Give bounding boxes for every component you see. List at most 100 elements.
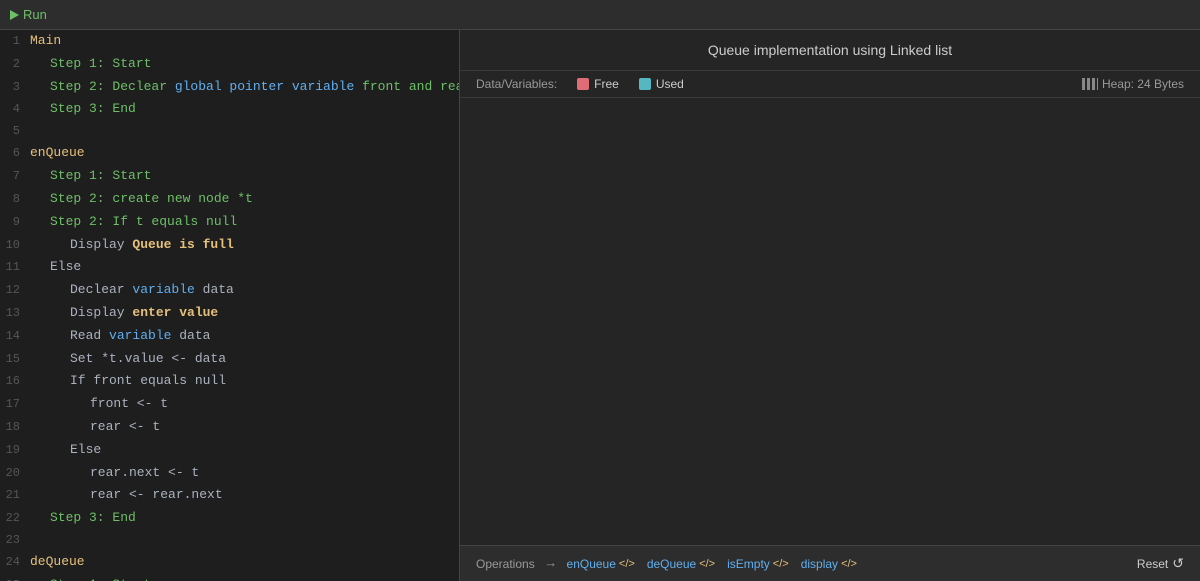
line-content: front <- t bbox=[30, 394, 459, 415]
line-content: Else bbox=[30, 257, 459, 278]
line-content: Step 1: Start bbox=[30, 575, 459, 581]
operations-arrow: → bbox=[547, 556, 555, 571]
code-line: 6enQueue bbox=[0, 142, 459, 165]
line-content: Read variable data bbox=[30, 326, 459, 347]
code-icon: </> bbox=[699, 558, 715, 570]
line-content: Display enter value bbox=[30, 303, 459, 324]
line-number: 8 bbox=[0, 190, 30, 209]
line-content: Step 1: Start bbox=[30, 54, 459, 75]
free-dot bbox=[577, 78, 589, 90]
line-number: 23 bbox=[0, 531, 30, 550]
reset-button[interactable]: Reset ↺ bbox=[1137, 555, 1184, 572]
code-line: 23 bbox=[0, 530, 459, 551]
code-line: 8Step 2: create new node *t bbox=[0, 188, 459, 211]
viz-panel: Queue implementation using Linked list D… bbox=[460, 30, 1200, 581]
line-content: deQueue bbox=[30, 552, 459, 573]
code-line: 5 bbox=[0, 121, 459, 142]
play-icon bbox=[10, 10, 19, 20]
code-line: 10Display Queue is full bbox=[0, 234, 459, 257]
viz-canvas bbox=[460, 98, 1200, 545]
code-panel: 1Main2Step 1: Start3Step 2: Declear glob… bbox=[0, 30, 460, 581]
reset-label: Reset bbox=[1137, 557, 1168, 571]
main-layout: 1Main2Step 1: Start3Step 2: Declear glob… bbox=[0, 30, 1200, 581]
line-content: Display Queue is full bbox=[30, 235, 459, 256]
code-line: 13Display enter value bbox=[0, 302, 459, 325]
refresh-icon: ↺ bbox=[1172, 555, 1184, 572]
line-content: Step 3: End bbox=[30, 508, 459, 529]
code-line: 16If front equals null bbox=[0, 370, 459, 393]
line-number: 3 bbox=[0, 78, 30, 97]
code-line: 9Step 2: If t equals null bbox=[0, 211, 459, 234]
line-number: 16 bbox=[0, 372, 30, 391]
code-line: 15Set *t.value <- data bbox=[0, 348, 459, 371]
code-line: 24deQueue bbox=[0, 551, 459, 574]
line-content: rear <- t bbox=[30, 417, 459, 438]
line-number: 10 bbox=[0, 236, 30, 255]
op-dequeue-button[interactable]: deQueue</> bbox=[647, 557, 715, 571]
line-content: Step 2: create new node *t bbox=[30, 189, 459, 210]
code-line: 19Else bbox=[0, 439, 459, 462]
code-icon: </> bbox=[619, 558, 635, 570]
code-line: 21rear <- rear.next bbox=[0, 484, 459, 507]
line-number: 24 bbox=[0, 553, 30, 572]
line-number: 14 bbox=[0, 327, 30, 346]
line-number: 22 bbox=[0, 509, 30, 528]
line-number: 7 bbox=[0, 167, 30, 186]
line-number: 11 bbox=[0, 258, 30, 277]
line-number: 15 bbox=[0, 350, 30, 369]
line-number: 4 bbox=[0, 100, 30, 119]
line-number: 20 bbox=[0, 464, 30, 483]
data-vars-label: Data/Variables: bbox=[476, 77, 557, 91]
viz-controls: Data/Variables: Free Used Heap: 24 Bytes bbox=[460, 71, 1200, 98]
line-content: rear.next <- t bbox=[30, 463, 459, 484]
viz-header: Queue implementation using Linked list bbox=[460, 30, 1200, 71]
line-content: rear <- rear.next bbox=[30, 485, 459, 506]
used-dot bbox=[639, 78, 651, 90]
used-legend: Used bbox=[639, 77, 684, 91]
line-number: 1 bbox=[0, 32, 30, 51]
line-content: Step 3: End bbox=[30, 99, 459, 120]
line-content: Else bbox=[30, 440, 459, 461]
line-content: Step 2: Declear global pointer variable … bbox=[30, 77, 460, 98]
line-content: enQueue bbox=[30, 143, 459, 164]
run-label: Run bbox=[23, 7, 47, 22]
code-line: 20rear.next <- t bbox=[0, 462, 459, 485]
line-content: If front equals null bbox=[30, 371, 459, 392]
heap-label: Heap: 24 Bytes bbox=[1082, 77, 1184, 91]
run-button[interactable]: Run bbox=[10, 7, 47, 22]
line-content: Declear variable data bbox=[30, 280, 459, 301]
used-label: Used bbox=[656, 77, 684, 91]
line-content: Step 2: If t equals null bbox=[30, 212, 459, 233]
code-line: 7Step 1: Start bbox=[0, 165, 459, 188]
line-number: 25 bbox=[0, 576, 30, 581]
line-number: 9 bbox=[0, 213, 30, 232]
line-content: Step 1: Start bbox=[30, 166, 459, 187]
code-line: 11Else bbox=[0, 256, 459, 279]
line-number: 5 bbox=[0, 122, 30, 141]
code-line: 18rear <- t bbox=[0, 416, 459, 439]
viz-footer: Operations → enQueue</>deQueue</>isEmpty… bbox=[460, 545, 1200, 581]
code-icon: </> bbox=[773, 558, 789, 570]
free-label: Free bbox=[594, 77, 619, 91]
code-line: 4Step 3: End bbox=[0, 98, 459, 121]
line-number: 2 bbox=[0, 55, 30, 74]
toolbar: Run bbox=[0, 0, 1200, 30]
op-isempty-button[interactable]: isEmpty</> bbox=[727, 557, 789, 571]
code-line: 25Step 1: Start bbox=[0, 574, 459, 581]
free-legend: Free bbox=[577, 77, 619, 91]
op-enqueue-button[interactable]: enQueue</> bbox=[567, 557, 635, 571]
line-number: 21 bbox=[0, 486, 30, 505]
line-number: 18 bbox=[0, 418, 30, 437]
line-number: 17 bbox=[0, 395, 30, 414]
line-number: 13 bbox=[0, 304, 30, 323]
line-number: 19 bbox=[0, 441, 30, 460]
heap-icon bbox=[1082, 78, 1098, 90]
viz-title: Queue implementation using Linked list bbox=[480, 42, 1180, 58]
code-line: 14Read variable data bbox=[0, 325, 459, 348]
code-line: 2Step 1: Start bbox=[0, 53, 459, 76]
line-number: 12 bbox=[0, 281, 30, 300]
code-line: 3Step 2: Declear global pointer variable… bbox=[0, 76, 459, 99]
line-content: Main bbox=[30, 31, 459, 52]
code-line: 12Declear variable data bbox=[0, 279, 459, 302]
op-display-button[interactable]: display</> bbox=[801, 557, 857, 571]
